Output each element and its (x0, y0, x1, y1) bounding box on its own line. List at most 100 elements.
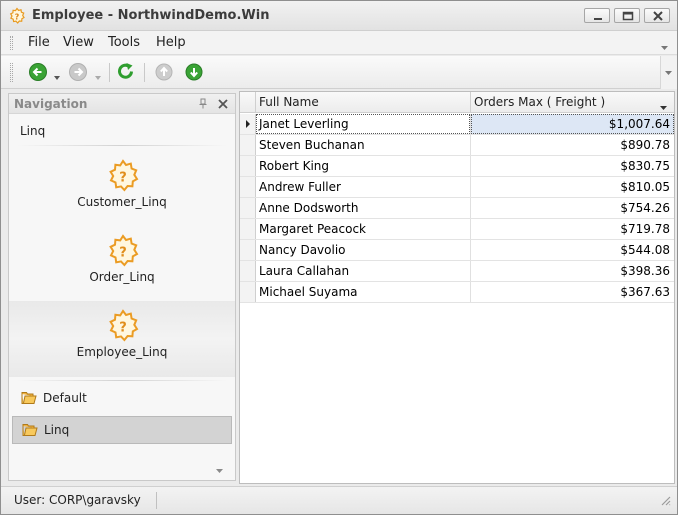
row-indicator[interactable] (240, 156, 256, 176)
column-header-full-name[interactable]: Full Name (259, 95, 319, 109)
column-header-orders-max-freight[interactable]: Orders Max ( Freight ) (474, 95, 605, 109)
pin-icon[interactable] (198, 98, 208, 112)
row-indicator[interactable] (240, 135, 256, 155)
menu-tools[interactable]: Tools (108, 35, 140, 50)
toolbar-grip[interactable] (10, 63, 13, 82)
cell-divider (470, 198, 471, 218)
resize-grip-icon[interactable] (659, 494, 671, 509)
cell-full-name[interactable]: Steven Buchanan (259, 138, 365, 152)
refresh-button[interactable] (116, 62, 136, 82)
table-row[interactable]: Margaret Peacock $719.78 (240, 219, 674, 240)
window-title: Employee - NorthwindDemo.Win (32, 8, 270, 23)
nav-group-default[interactable]: Default (12, 385, 232, 413)
chevron-down-icon[interactable] (216, 463, 224, 477)
navigation-panel: Navigation Linq ? Customer_Linq ? Order_… (8, 93, 236, 481)
cell-orders-max-freight[interactable]: $367.63 (620, 285, 670, 299)
close-icon (653, 11, 663, 21)
cell-orders-max-freight[interactable]: $544.08 (620, 243, 670, 257)
nav-item-employee-linq[interactable]: ? Employee_Linq (9, 301, 235, 377)
svg-text:?: ? (119, 171, 127, 186)
cell-full-name[interactable]: Robert King (259, 159, 329, 173)
refresh-icon (118, 63, 133, 79)
table-row[interactable]: Robert King $830.75 (240, 156, 674, 177)
cell-orders-max-freight[interactable]: $398.36 (620, 264, 670, 278)
nav-item-order-linq[interactable]: ? Order_Linq (9, 226, 235, 302)
table-row[interactable]: Janet Leverling $1,007.64 (240, 114, 674, 135)
close-panel-icon[interactable] (218, 98, 228, 112)
menu-view[interactable]: View (63, 35, 94, 50)
gear-question-icon: ? (8, 7, 26, 25)
cell-full-name[interactable]: Michael Suyama (259, 285, 358, 299)
next-record-button[interactable] (184, 62, 204, 82)
status-user: User: CORP\garavsky (14, 493, 141, 507)
minimize-button[interactable] (584, 8, 610, 23)
nav-group-label: Linq (44, 423, 70, 437)
cell-orders-max-freight[interactable]: $719.78 (620, 222, 670, 236)
nav-group-label: Default (43, 391, 87, 405)
previous-record-icon (155, 63, 173, 81)
row-indicator[interactable] (240, 240, 256, 260)
forward-dropdown-icon[interactable] (95, 70, 102, 80)
menu-file[interactable]: File (28, 35, 50, 50)
gear-question-icon: ? (109, 159, 139, 192)
svg-text:?: ? (119, 321, 127, 336)
current-row-icon (246, 120, 250, 128)
cell-full-name[interactable]: Laura Callahan (259, 264, 349, 278)
cell-orders-max-freight[interactable]: $890.78 (620, 138, 670, 152)
toolbar-separator (144, 63, 145, 82)
cell-full-name[interactable]: Margaret Peacock (259, 222, 366, 236)
maximize-button[interactable] (614, 8, 640, 23)
cell-full-name[interactable]: Andrew Fuller (259, 180, 341, 194)
row-indicator[interactable] (240, 198, 256, 218)
cell-full-name[interactable]: Janet Leverling (259, 117, 349, 131)
table-row[interactable]: Andrew Fuller $810.05 (240, 177, 674, 198)
cell-divider (470, 114, 471, 134)
table-row[interactable]: Michael Suyama $367.63 (240, 282, 674, 303)
forward-icon (69, 63, 87, 81)
back-icon (29, 63, 47, 81)
employee-grid: Full Name Orders Max ( Freight ) Janet L… (239, 91, 675, 484)
minimize-icon (594, 18, 602, 20)
row-indicator[interactable] (240, 219, 256, 239)
cell-full-name[interactable]: Anne Dodsworth (259, 201, 358, 215)
previous-record-button[interactable] (154, 62, 174, 82)
forward-button[interactable] (68, 62, 88, 82)
cell-divider (470, 219, 471, 239)
navigation-title: Navigation (14, 97, 88, 111)
cell-orders-max-freight[interactable]: $754.26 (620, 201, 670, 215)
title-bar[interactable]: ? Employee - NorthwindDemo.Win (1, 1, 677, 31)
menu-customize-icon[interactable] (661, 40, 669, 54)
back-dropdown-icon[interactable] (54, 70, 61, 80)
cell-full-name[interactable]: Nancy Davolio (259, 243, 346, 257)
menu-help[interactable]: Help (156, 35, 186, 50)
cell-orders-max-freight[interactable]: $810.05 (620, 180, 670, 194)
nav-item-label: Employee_Linq (76, 345, 168, 359)
table-row[interactable]: Laura Callahan $398.36 (240, 261, 674, 282)
toolbar-overflow-button[interactable] (660, 56, 677, 89)
nav-item-customer-linq[interactable]: ? Customer_Linq (9, 151, 235, 227)
row-indicator[interactable] (240, 177, 256, 197)
gear-question-icon: ? (109, 234, 139, 267)
back-button[interactable] (28, 62, 48, 82)
cell-orders-max-freight[interactable]: $1,007.64 (609, 117, 670, 131)
divider (17, 380, 227, 381)
row-indicator[interactable] (240, 114, 256, 134)
cell-divider (470, 177, 471, 197)
column-divider[interactable] (470, 92, 471, 113)
sort-descending-icon[interactable] (660, 100, 668, 114)
cell-orders-max-freight[interactable]: $830.75 (620, 159, 670, 173)
row-indicator[interactable] (240, 282, 256, 302)
nav-item-label: Customer_Linq (77, 195, 167, 209)
cell-divider (470, 135, 471, 155)
chevron-down-icon (665, 71, 672, 75)
table-row[interactable]: Steven Buchanan $890.78 (240, 135, 674, 156)
close-button[interactable] (644, 8, 670, 23)
grid-header: Full Name Orders Max ( Freight ) (240, 92, 674, 113)
svg-text:?: ? (15, 12, 20, 21)
table-row[interactable]: Anne Dodsworth $754.26 (240, 198, 674, 219)
nav-group-linq[interactable]: Linq (12, 416, 232, 444)
table-row[interactable]: Nancy Davolio $544.08 (240, 240, 674, 261)
row-indicator[interactable] (240, 261, 256, 281)
menu-grip[interactable] (10, 36, 13, 50)
nav-group-title: Linq (20, 124, 46, 138)
